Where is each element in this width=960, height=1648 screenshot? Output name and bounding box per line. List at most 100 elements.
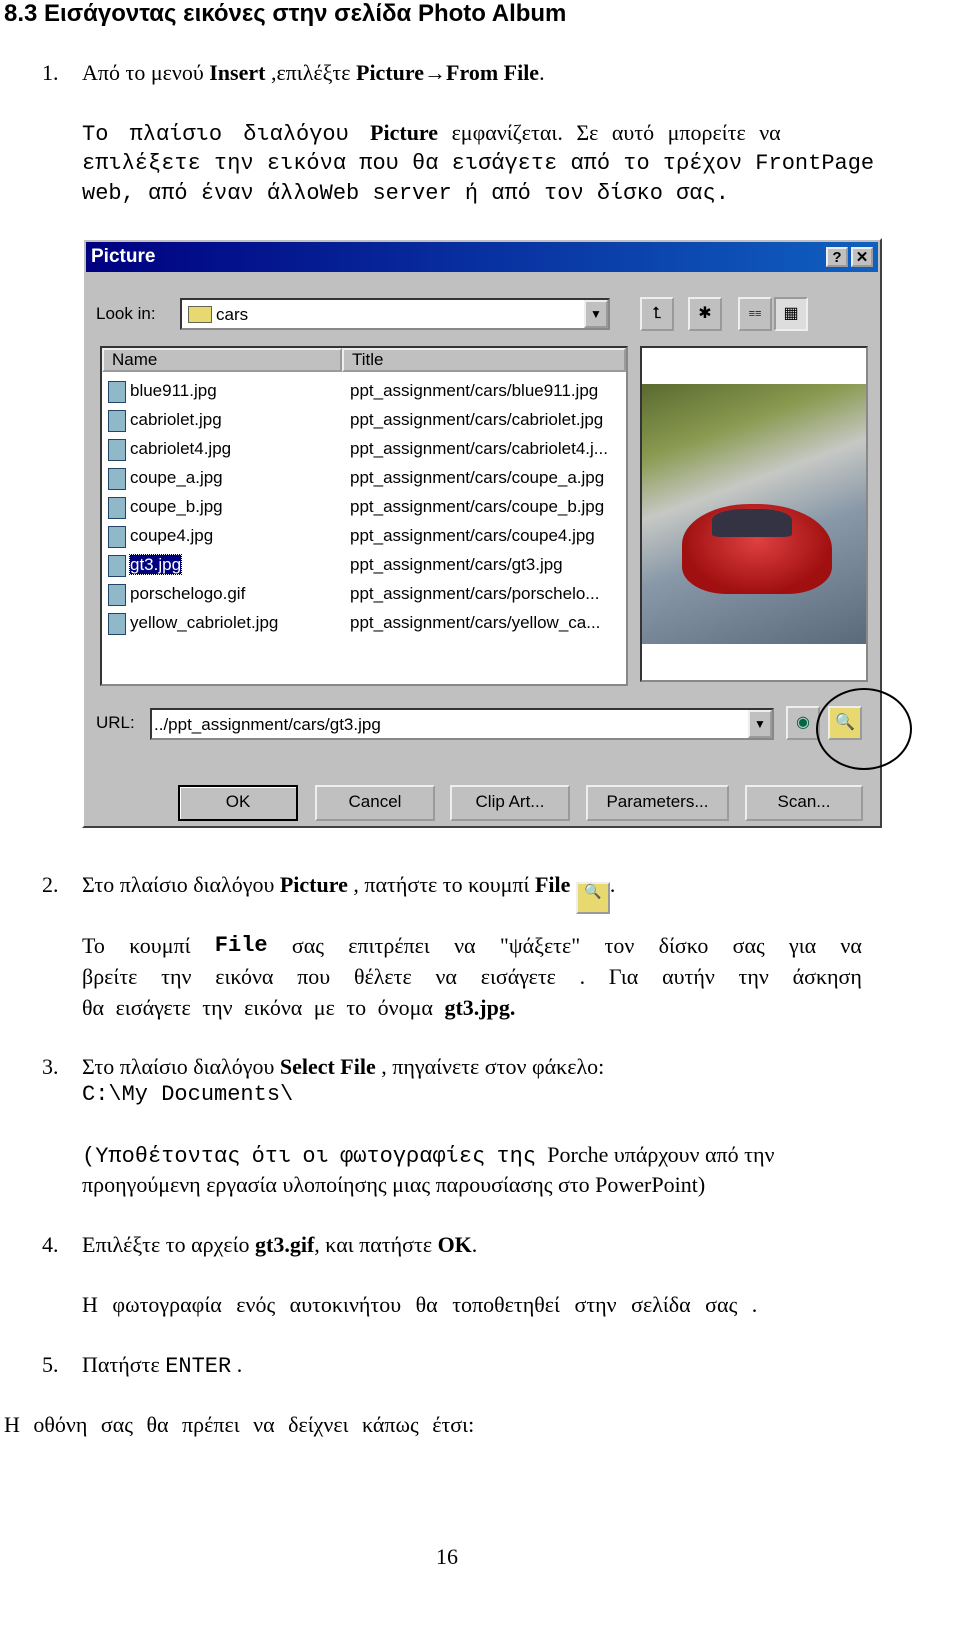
file-name: coupe_b.jpg bbox=[130, 497, 223, 516]
column-header-name[interactable]: Name bbox=[102, 348, 342, 372]
file-name: cabriolet4.jpg bbox=[130, 439, 232, 458]
file-row[interactable]: cabriolet.jpg bbox=[108, 407, 222, 433]
preview-pane bbox=[640, 346, 868, 682]
folder-path: C:\My Documents\ bbox=[82, 1082, 294, 1107]
column-header-title[interactable]: Title bbox=[342, 348, 626, 372]
file-title: ppt_assignment/cars/gt3.jpg bbox=[350, 555, 563, 574]
word: εικόνα bbox=[215, 964, 274, 989]
web-browse-icon[interactable]: ◉ bbox=[786, 706, 820, 740]
picture-dialog: Picture ? ✕ Look in: cars ▼ ⮤ ✱ ≡≡ ▦ Nam… bbox=[82, 238, 912, 828]
word: "ψάξετε" bbox=[499, 933, 581, 958]
word: File bbox=[214, 933, 268, 958]
image-file-icon bbox=[108, 554, 126, 577]
file-row[interactable]: gt3.jpg bbox=[108, 552, 183, 578]
image-file-icon bbox=[108, 496, 126, 519]
step-number: 2. bbox=[42, 872, 59, 897]
word: εισάγετε bbox=[480, 964, 556, 989]
new-folder-icon[interactable]: ✱ bbox=[688, 297, 722, 331]
step-1: Από το μενού Insert ,επιλέξτε Picture→Fr… bbox=[82, 60, 545, 85]
chevron-down-icon[interactable]: ▼ bbox=[748, 710, 772, 738]
word: δίσκο bbox=[658, 933, 709, 958]
image-file-icon bbox=[108, 583, 126, 606]
list-view-icon[interactable]: ≡≡ bbox=[738, 297, 772, 331]
image-file-icon bbox=[108, 467, 126, 490]
word: σας bbox=[291, 933, 324, 958]
file-button-icon: 🔍 bbox=[575, 882, 610, 914]
word: . bbox=[579, 964, 586, 989]
chevron-down-icon[interactable]: ▼ bbox=[584, 300, 608, 328]
word: που bbox=[297, 964, 331, 989]
word: αυτήν bbox=[662, 964, 715, 989]
file-row[interactable]: coupe4.jpg bbox=[108, 523, 213, 549]
word: σας bbox=[732, 933, 765, 958]
step-number: 3. bbox=[42, 1054, 59, 1079]
title-bar: Picture ? ✕ bbox=[86, 242, 878, 272]
file-name: porschelogo.gif bbox=[130, 584, 246, 603]
file-name: yellow_cabriolet.jpg bbox=[130, 613, 279, 632]
file-name: cabriolet.jpg bbox=[130, 410, 222, 429]
page-number: 16 bbox=[436, 1544, 458, 1569]
para1-line2: επιλέξετε την εικόνα που θα εισάγετε από… bbox=[82, 151, 875, 176]
car-preview-image bbox=[642, 384, 866, 644]
step-2: Στο πλαίσιο διαλόγου Picture , πατήστε τ… bbox=[82, 872, 615, 914]
file-title: ppt_assignment/cars/blue911.jpg bbox=[350, 381, 599, 400]
word: άσκηση bbox=[792, 964, 862, 989]
file-name: blue911.jpg bbox=[130, 381, 217, 400]
word: τον bbox=[604, 933, 635, 958]
word: να bbox=[435, 964, 457, 989]
file-name: gt3.jpg bbox=[128, 554, 183, 575]
parameters-button[interactable]: Parameters... bbox=[586, 785, 729, 821]
final-text: Η οθόνη σας θα πρέπει να δείχνει κάπως έ… bbox=[4, 1412, 475, 1437]
file-title: ppt_assignment/cars/porschelo... bbox=[350, 584, 600, 603]
url-input[interactable]: ../ppt_assignment/cars/gt3.jpg ▼ bbox=[150, 708, 774, 740]
file-row[interactable]: porschelogo.gif bbox=[108, 581, 245, 607]
ok-button[interactable]: OK bbox=[178, 785, 298, 821]
image-file-icon bbox=[108, 380, 126, 403]
cancel-button[interactable]: Cancel bbox=[315, 785, 435, 821]
para2-line3: θα εισάγετε την εικόνα με το όνομα gt3.j… bbox=[82, 995, 516, 1020]
file-row[interactable]: blue911.jpg bbox=[108, 378, 217, 404]
file-row[interactable]: cabriolet4.jpg bbox=[108, 436, 231, 462]
clip-art-button[interactable]: Clip Art... bbox=[450, 785, 570, 821]
details-view-icon[interactable]: ▦ bbox=[774, 297, 808, 331]
file-row[interactable]: yellow_cabriolet.jpg bbox=[108, 610, 278, 636]
para1-line3: web, από έναν άλλοWeb server ή από τον δ… bbox=[82, 181, 729, 206]
file-row[interactable]: coupe_b.jpg bbox=[108, 494, 223, 520]
file-title: ppt_assignment/cars/coupe_a.jpg bbox=[350, 468, 605, 487]
word: Το bbox=[82, 933, 105, 958]
file-title: ppt_assignment/cars/cabriolet.jpg bbox=[350, 410, 604, 429]
word: την bbox=[161, 964, 192, 989]
file-title: ppt_assignment/cars/coupe_b.jpg bbox=[350, 497, 605, 516]
file-title: ppt_assignment/cars/yellow_ca... bbox=[350, 613, 601, 632]
url-label: URL: bbox=[96, 713, 135, 732]
file-list: Name Title blue911.jpg ppt_assignment/car… bbox=[100, 346, 628, 686]
up-folder-icon[interactable]: ⮤ bbox=[640, 297, 674, 331]
file-title: ppt_assignment/cars/coupe4.jpg bbox=[350, 526, 595, 545]
look-in-value: cars bbox=[216, 305, 249, 324]
image-file-icon bbox=[108, 525, 126, 548]
look-in-select[interactable]: cars ▼ bbox=[180, 298, 610, 330]
word: να bbox=[454, 933, 476, 958]
word: κουμπί bbox=[129, 933, 191, 958]
step-5: Πατήστε ENTER . bbox=[82, 1352, 243, 1379]
para1-line1: Το πλαίσιο διαλόγου Picture εμφανίζεται.… bbox=[82, 120, 781, 147]
para2-line2: βρείτε την εικόνα που θέλετε να εισάγετε. Για αυ… bbox=[82, 964, 862, 990]
file-name: coupe_a.jpg bbox=[130, 468, 223, 487]
step-number: 5. bbox=[42, 1352, 59, 1377]
scan-button[interactable]: Scan... bbox=[745, 785, 863, 821]
highlight-circle bbox=[816, 688, 912, 770]
help-button[interactable]: ? bbox=[826, 247, 848, 267]
image-file-icon bbox=[108, 438, 126, 461]
word: να bbox=[840, 933, 862, 958]
word: επιτρέπει bbox=[348, 933, 430, 958]
section-heading: 8.3 Εισάγοντας εικόνες στην σελίδα Photo… bbox=[4, 0, 567, 27]
close-button[interactable]: ✕ bbox=[851, 247, 873, 267]
image-file-icon bbox=[108, 409, 126, 432]
step-number: 4. bbox=[42, 1232, 59, 1257]
file-row[interactable]: coupe_a.jpg bbox=[108, 465, 223, 491]
url-value: ../ppt_assignment/cars/gt3.jpg bbox=[154, 715, 381, 734]
file-title: ppt_assignment/cars/cabriolet4.j... bbox=[350, 439, 608, 458]
step-3: Στο πλαίσιο διαλόγου Select File , πηγαί… bbox=[82, 1054, 605, 1079]
step-4: Επιλέξτε το αρχείο gt3.gif, και πατήστε … bbox=[82, 1232, 478, 1257]
file-name: coupe4.jpg bbox=[130, 526, 214, 545]
